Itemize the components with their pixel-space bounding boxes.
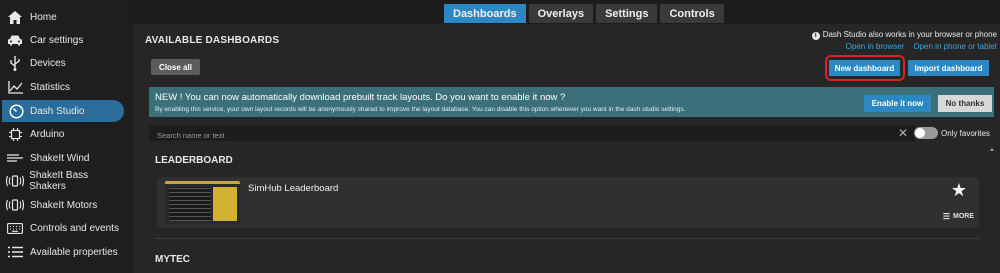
browser-info: i Dash Studio also works in your browser … xyxy=(811,30,997,40)
info-icon: i xyxy=(811,32,820,40)
sidebar-item-shakeit-bass-shakers[interactable]: ShakeIt Bass Shakers xyxy=(0,170,125,192)
sidebar-item-label: ShakeIt Bass Shakers xyxy=(29,170,89,192)
banner-title: NEW ! You can now automatically download… xyxy=(155,92,566,103)
list-icon xyxy=(0,246,30,258)
sidebar-item-label: Statistics xyxy=(30,81,71,93)
sidebar-item-dash-studio[interactable]: Dash Studio xyxy=(2,100,124,122)
sidebar-item-devices[interactable]: Devices xyxy=(0,52,125,74)
more-button[interactable]: ☰ MORE xyxy=(943,212,974,221)
home-icon xyxy=(0,10,30,24)
sidebar-item-arduino[interactable]: Arduino xyxy=(0,123,125,145)
tab-controls[interactable]: Controls xyxy=(660,4,724,23)
dashboard-card[interactable]: SimHub Leaderboard ★ ☰ MORE xyxy=(157,177,979,228)
sidebar-item-label: Controls and events xyxy=(30,222,119,234)
sidebar-item-car-settings[interactable]: Car settings xyxy=(0,29,125,51)
import-dashboard-button[interactable]: Import dashboard xyxy=(908,60,989,76)
clear-search-icon[interactable]: ✕ xyxy=(898,125,908,141)
enable-it-now-button[interactable]: Enable it now xyxy=(864,95,931,112)
dashboards-panel: AVAILABLE DASHBOARDS i Dash Studio also w… xyxy=(133,24,1000,273)
sidebar: Home Car settings Devices Statistics Das… xyxy=(0,0,130,273)
car-icon xyxy=(0,34,30,46)
sidebar-item-controls-and-events[interactable]: Controls and events xyxy=(0,217,125,239)
wind-icon xyxy=(0,153,30,163)
sidebar-item-label: Home xyxy=(30,11,57,23)
sidebar-item-label: Arduino xyxy=(30,128,65,140)
close-all-button[interactable]: Close all xyxy=(151,59,200,75)
highlight-annotation xyxy=(825,55,905,81)
sidebar-item-shakeit-wind[interactable]: ShakeIt Wind xyxy=(0,147,125,169)
tab-dashboards[interactable]: Dashboards xyxy=(444,4,526,23)
section-title-leaderboard: LEADERBOARD xyxy=(155,155,233,166)
tab-overlays[interactable]: Overlays xyxy=(528,4,594,23)
tab-settings[interactable]: Settings xyxy=(596,4,658,23)
sidebar-item-label: Dash Studio xyxy=(30,105,85,117)
scroll-up-icon[interactable]: ▲ xyxy=(989,147,995,153)
track-layout-banner: NEW ! You can now automatically download… xyxy=(149,87,994,117)
sidebar-item-shakeit-motors[interactable]: ShakeIt Motors xyxy=(0,194,125,216)
more-label: MORE xyxy=(953,213,974,220)
toggle-knob xyxy=(915,128,925,138)
dashboard-thumbnail xyxy=(165,181,240,224)
section-divider xyxy=(155,238,980,239)
no-thanks-button[interactable]: No thanks xyxy=(938,95,992,112)
search-box xyxy=(149,125,915,144)
sidebar-item-label: Car settings xyxy=(30,34,84,46)
favorite-star-icon[interactable]: ★ xyxy=(951,180,967,201)
sidebar-item-label: Available properties xyxy=(30,246,118,258)
usb-icon xyxy=(0,55,30,71)
top-tabs: Dashboards Overlays Settings Controls xyxy=(444,4,724,23)
sidebar-item-label: ShakeIt Motors xyxy=(30,199,98,211)
vibration-icon xyxy=(0,175,29,187)
sidebar-item-label: Devices xyxy=(30,57,66,69)
dashboard-name: SimHub Leaderboard xyxy=(248,183,339,194)
browser-info-text: Dash Studio also works in your browser o… xyxy=(822,30,997,39)
chip-icon xyxy=(0,127,30,141)
app-window: Home Car settings Devices Statistics Das… xyxy=(0,0,1000,273)
page-title: AVAILABLE DASHBOARDS xyxy=(145,35,280,46)
section-title-mytec: MYTEC xyxy=(155,254,190,265)
open-links: Open in browser Open in phone or tablet xyxy=(846,42,997,51)
open-in-phone-link[interactable]: Open in phone or tablet xyxy=(913,42,997,51)
sidebar-item-statistics[interactable]: Statistics xyxy=(0,76,125,98)
sidebar-item-available-properties[interactable]: Available properties xyxy=(0,241,125,263)
chart-icon xyxy=(0,80,30,94)
keyboard-icon xyxy=(0,222,30,234)
sidebar-item-home[interactable]: Home xyxy=(0,6,125,28)
open-in-browser-link[interactable]: Open in browser xyxy=(846,42,905,51)
gauge-icon xyxy=(2,103,30,119)
motor-icon xyxy=(0,199,30,211)
only-favorites-label: Only favorites xyxy=(941,129,990,138)
banner-description: By enabling this service, your own layou… xyxy=(155,106,686,113)
menu-icon: ☰ xyxy=(942,212,950,221)
sidebar-item-label: ShakeIt Wind xyxy=(30,152,90,164)
search-input[interactable] xyxy=(149,127,915,144)
only-favorites-toggle[interactable] xyxy=(914,127,938,139)
